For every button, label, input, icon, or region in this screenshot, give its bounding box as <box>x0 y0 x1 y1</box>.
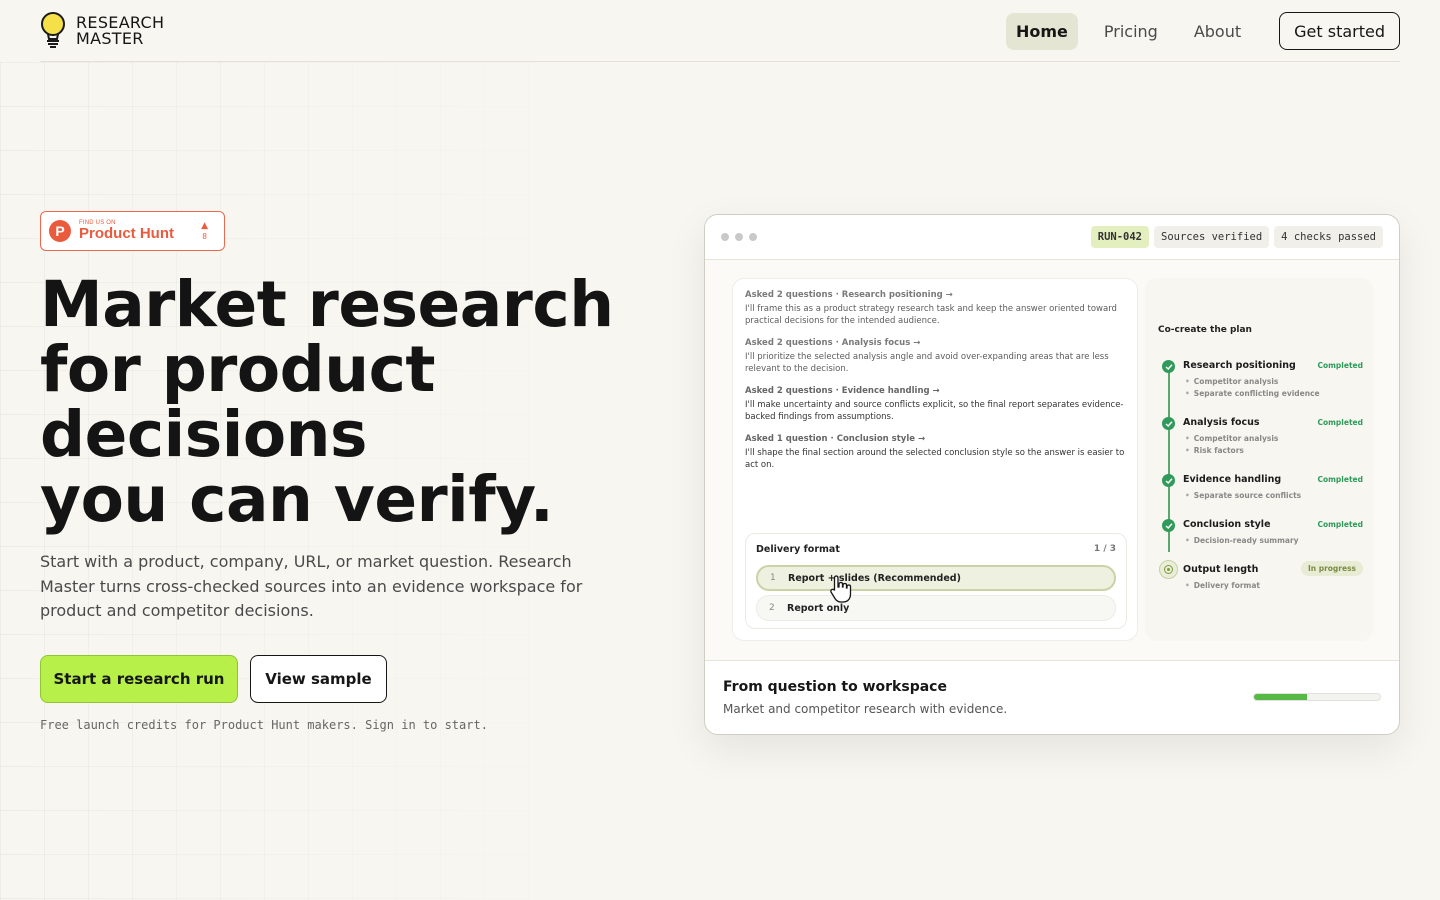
brand-name: RESEARCH MASTER <box>76 15 164 47</box>
nav-pricing[interactable]: Pricing <box>1094 13 1168 50</box>
step-status: Completed <box>1317 418 1363 427</box>
step-status: In progress <box>1300 561 1363 576</box>
step-name: Output length <box>1183 564 1259 575</box>
brand-logo[interactable]: RESEARCH MASTER <box>40 12 164 50</box>
hero-note: Free launch credits for Product Hunt mak… <box>40 718 488 732</box>
product-hunt-name: Product Hunt <box>79 225 174 242</box>
status-chips: RUN-042 Sources verified 4 checks passed <box>1090 226 1383 248</box>
hero-title-line: decisions <box>40 398 368 471</box>
window-dot <box>721 233 729 241</box>
sources-chip: Sources verified <box>1154 226 1270 248</box>
hero-subtitle: Start with a product, company, URL, or m… <box>40 552 583 620</box>
qa-body: I'll prioritize the selected analysis an… <box>745 352 1109 374</box>
product-hunt-badge[interactable]: P FIND US ON Product Hunt ▲ 8 <box>40 211 225 251</box>
step-name: Conclusion style <box>1183 519 1271 530</box>
check-circle-icon <box>1162 360 1175 373</box>
step-status: Completed <box>1317 475 1363 484</box>
step-subitem: Risk factors <box>1185 445 1278 457</box>
step-subitem: Separate conflicting evidence <box>1185 388 1320 400</box>
window-dot <box>735 233 743 241</box>
get-started-button[interactable]: Get started <box>1279 12 1400 50</box>
step-status: Completed <box>1317 361 1363 370</box>
qa-heading[interactable]: Asked 2 questions · Evidence handling → <box>745 386 1125 396</box>
check-circle-icon <box>1162 519 1175 532</box>
delivery-title: Delivery format <box>756 544 840 555</box>
option-number: 1 <box>770 573 776 583</box>
step-subitems: Decision-ready summary <box>1185 535 1299 547</box>
qa-heading[interactable]: Asked 2 questions · Analysis focus → <box>745 338 1125 348</box>
window-controls <box>721 233 757 241</box>
nav-about[interactable]: About <box>1184 13 1251 50</box>
checks-chip: 4 checks passed <box>1274 226 1383 248</box>
qa-item: Asked 2 questions · Analysis focus → I'l… <box>745 338 1125 375</box>
run-id-chip: RUN-042 <box>1090 226 1150 248</box>
step-name: Analysis focus <box>1183 417 1260 428</box>
progress-fill <box>1254 694 1307 700</box>
step-subitems: Delivery format <box>1185 580 1260 592</box>
delivery-option-report-slides[interactable]: 1 Report + slides (Recommended) <box>756 565 1116 591</box>
qa-item: Asked 2 questions · Evidence handling → … <box>745 386 1125 423</box>
nav-home[interactable]: Home <box>1005 12 1078 50</box>
demo-footer: From question to workspace Market and co… <box>705 660 1399 734</box>
view-sample-button[interactable]: View sample <box>250 655 387 703</box>
demo-window: RUN-042 Sources verified 4 checks passed… <box>704 214 1400 735</box>
step-name: Research positioning <box>1183 360 1296 371</box>
conversation-panel: Asked 2 questions · Research positioning… <box>732 278 1138 641</box>
window-toolbar: RUN-042 Sources verified 4 checks passed <box>705 215 1399 260</box>
qa-item: Asked 1 question · Conclusion style → I'… <box>745 434 1125 471</box>
qa-body: I'll frame this as a product strategy re… <box>745 304 1117 326</box>
qa-heading[interactable]: Asked 2 questions · Research positioning… <box>745 290 1125 300</box>
hero-title-line: Market research <box>40 268 614 341</box>
qa-item: Asked 2 questions · Research positioning… <box>745 290 1125 327</box>
step-subitem: Decision-ready summary <box>1185 535 1299 547</box>
step-subitem: Delivery format <box>1185 580 1260 592</box>
step-name: Evidence handling <box>1183 474 1282 485</box>
upvote-icon: ▲ <box>201 221 208 231</box>
check-circle-icon <box>1162 474 1175 487</box>
in-progress-icon <box>1159 560 1178 579</box>
site-header: RESEARCH MASTER Home Pricing About Get s… <box>40 0 1400 62</box>
check-circle-icon <box>1162 417 1175 430</box>
step-subitems: Competitor analysis Separate conflicting… <box>1185 376 1320 400</box>
option-number: 2 <box>769 603 775 613</box>
product-hunt-icon: P <box>49 220 71 242</box>
lightbulb-icon <box>41 12 65 48</box>
progress-bar <box>1253 693 1381 701</box>
qa-body: I'll shape the final section around the … <box>745 448 1125 470</box>
hero-title: Market research for product decisions yo… <box>40 272 640 532</box>
hero-title-line: for product <box>40 333 436 406</box>
step-status: Completed <box>1317 520 1363 529</box>
step-subitems: Separate source conflicts <box>1185 490 1301 502</box>
option-label: Report + slides (Recommended) <box>788 572 961 584</box>
demo-footer-subtitle: Market and competitor research with evid… <box>723 702 1008 716</box>
brand-line2: MASTER <box>76 29 144 48</box>
vote-count: 8 <box>202 232 207 241</box>
demo-footer-title: From question to workspace <box>723 679 947 695</box>
hero-title-line: you can verify. <box>40 463 554 536</box>
step-subitem: Competitor analysis <box>1185 433 1279 445</box>
main-nav: Home Pricing About Get started <box>990 12 1400 50</box>
product-hunt-votes: ▲ 8 <box>201 220 208 241</box>
hand-cursor-icon <box>830 575 852 603</box>
step-subitems: Competitor analysis Risk factors <box>1185 433 1279 457</box>
start-research-button[interactable]: Start a research run <box>40 655 238 703</box>
delivery-pager: 1 / 3 <box>1093 544 1116 554</box>
option-label: Report only <box>787 602 850 614</box>
delivery-option-report-only[interactable]: 2 Report only <box>756 595 1116 621</box>
step-subitem: Separate source conflicts <box>1185 490 1301 502</box>
delivery-format-question: Delivery format 1 / 3 1 Report + slides … <box>745 533 1127 629</box>
qa-body: I'll make uncertainty and source conflic… <box>745 400 1124 422</box>
plan-panel: Co-create the plan Research positioning … <box>1145 278 1373 641</box>
window-dot <box>749 233 757 241</box>
qa-heading[interactable]: Asked 1 question · Conclusion style → <box>745 434 1125 444</box>
plan-title: Co-create the plan <box>1158 325 1252 335</box>
step-subitem: Competitor analysis <box>1185 376 1320 388</box>
